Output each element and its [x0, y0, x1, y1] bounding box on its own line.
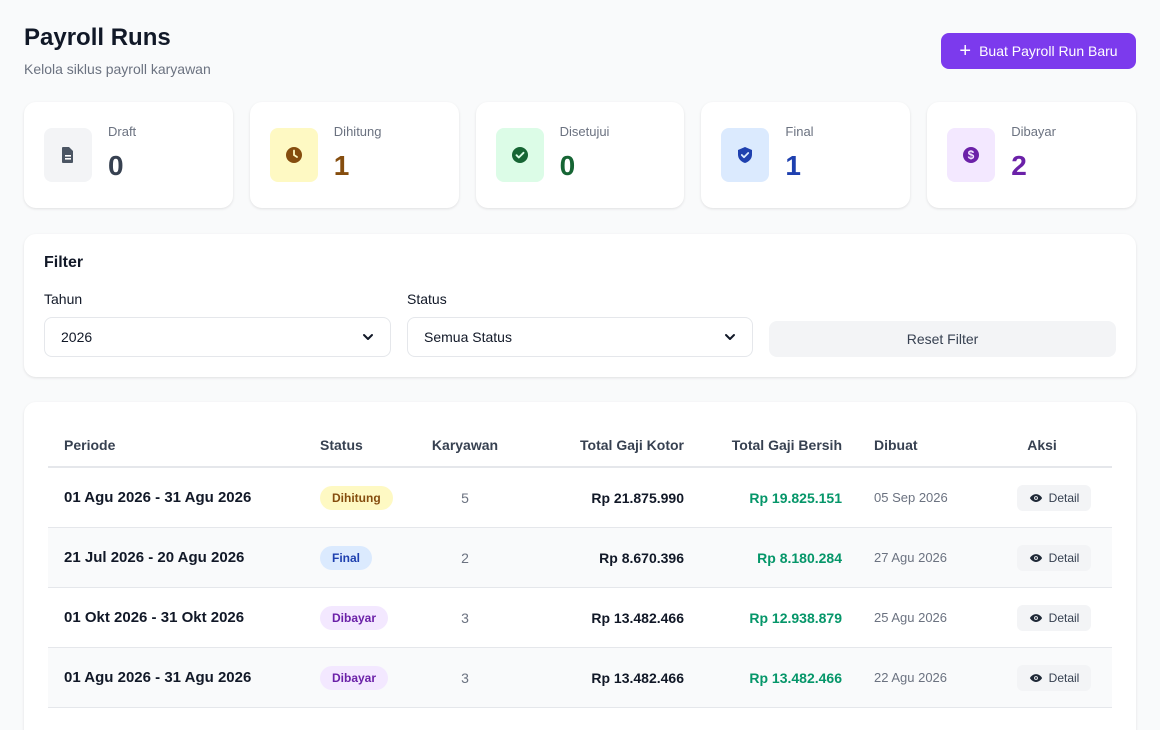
cell-periode: 01 Okt 2026 - 31 Okt 2026	[64, 609, 245, 626]
stat-label: Final	[785, 124, 814, 139]
filter-card: Filter Tahun 2026 Status Semua Status Re…	[24, 234, 1136, 377]
eye-icon	[1029, 493, 1042, 502]
stat-card-final: Final 1	[701, 102, 911, 208]
shield-icon	[721, 128, 770, 182]
status-badge: Final	[320, 545, 373, 570]
cell-total-gaji-kotor: Rp 8.670.396	[599, 549, 684, 566]
cell-karyawan: 2	[461, 549, 469, 566]
cell-total-gaji-bersih: Rp 8.180.284	[757, 549, 842, 566]
create-payroll-run-label: Buat Payroll Run Baru	[979, 43, 1118, 59]
year-select[interactable]: 2026	[44, 317, 391, 357]
detail-button[interactable]: Detail	[1016, 484, 1092, 511]
cell-karyawan: 3	[461, 669, 469, 686]
stat-card-dibayar: $ Dibayar 2	[927, 102, 1136, 208]
header-total-gaji-bersih[interactable]: Total Gaji Bersih	[684, 437, 842, 453]
cell-aksi: Detail	[972, 484, 1112, 511]
payroll-runs-table: Periode Status Karyawan Total Gaji Kotor…	[48, 424, 1112, 708]
year-select-value: 2026	[61, 329, 93, 345]
cell-aksi: Detail	[972, 664, 1112, 691]
detail-button-label: Detail	[1048, 550, 1080, 565]
cell-total-gaji-kotor: Rp 13.482.466	[591, 609, 684, 626]
header-aksi-label: Aksi	[1027, 437, 1057, 453]
status-select[interactable]: Semua Status	[407, 317, 753, 357]
cell-aksi: Detail	[972, 544, 1112, 571]
cell-dibuat: 22 Agu 2026	[874, 670, 948, 685]
stat-label: Dihitung	[333, 124, 382, 139]
header-dibuat[interactable]: Dibuat	[842, 437, 972, 453]
cell-dibuat: 25 Agu 2026	[874, 610, 948, 625]
reset-filter-button[interactable]: Reset Filter	[769, 321, 1116, 357]
table-row: 21 Jul 2026 - 20 Agu 2026 Final 2 Rp 8.670.…	[48, 528, 1112, 588]
stat-value: 0	[108, 150, 124, 181]
stat-value: 1	[785, 150, 801, 181]
dollar-circle-icon: $	[947, 128, 996, 182]
payroll-runs-page: Payroll Runs Kelola siklus payroll karya…	[0, 0, 1160, 730]
document-icon	[44, 128, 92, 182]
cell-status: Final	[304, 545, 410, 570]
stat-value: 1	[333, 150, 350, 181]
cell-dibuat: 27 Agu 2026	[874, 550, 948, 565]
check-circle-icon	[495, 128, 544, 182]
table-row: 01 Agu 2026 - 31 Agu 2026 Dihitung 5 Rp 21.…	[48, 468, 1112, 528]
cell-status: Dibayar	[304, 605, 410, 630]
detail-button[interactable]: Detail	[1016, 604, 1092, 631]
cell-status: Dihitung	[304, 485, 410, 510]
chevron-down-icon	[725, 334, 735, 340]
detail-button[interactable]: Detail	[1016, 544, 1092, 571]
eye-icon	[1029, 553, 1042, 562]
chevron-down-icon	[363, 334, 373, 340]
detail-button[interactable]: Detail	[1016, 664, 1092, 691]
stat-label: Dibayar	[1011, 124, 1056, 139]
cell-periode: 01 Agu 2026 - 31 Agu 2026	[64, 489, 252, 506]
cell-karyawan: 5	[461, 489, 469, 506]
cell-karyawan: 3	[461, 609, 469, 626]
table-header: Periode Status Karyawan Total Gaji Kotor…	[48, 424, 1112, 468]
cell-total-gaji-bersih: Rp 19.825.151	[749, 489, 842, 506]
cell-total-gaji-kotor: Rp 13.482.466	[591, 669, 684, 686]
cell-total-gaji-kotor: Rp 21.875.990	[591, 489, 684, 506]
stat-card-draft: Draft 0	[24, 102, 233, 208]
header-aksi: Aksi	[972, 437, 1112, 453]
status-badge: Dibayar	[320, 665, 389, 690]
table-row: 01 Okt 2026 - 31 Okt 2026 Dibayar 3 Rp 13.4…	[48, 588, 1112, 648]
status-badge: Dihitung	[320, 485, 393, 510]
cell-periode: 01 Agu 2026 - 31 Agu 2026	[64, 669, 252, 686]
cell-total-gaji-bersih: Rp 13.482.466	[749, 669, 842, 686]
stat-label: Draft	[108, 124, 137, 139]
stats-row: Draft 0 Dihitung 1 Disetujui 0 Final 1 $ Dibayar 2	[24, 102, 1136, 208]
header-karyawan[interactable]: Karyawan	[410, 437, 520, 453]
year-label: Tahun	[44, 291, 83, 307]
header-total-gaji-kotor[interactable]: Total Gaji Kotor	[520, 437, 684, 453]
eye-icon	[1029, 673, 1042, 682]
cell-status: Dibayar	[304, 665, 410, 690]
cell-aksi: Detail	[972, 604, 1112, 631]
detail-button-label: Detail	[1048, 670, 1080, 685]
stat-card-disetujui: Disetujui 0	[475, 102, 685, 208]
page-header: Payroll Runs Kelola siklus payroll karya…	[24, 24, 1136, 77]
cell-dibuat: 05 Sep 2026	[874, 490, 948, 505]
clock-icon	[269, 128, 318, 182]
svg-text:$: $	[968, 148, 975, 162]
plus-icon: +	[959, 40, 972, 62]
table-row: 01 Agu 2026 - 31 Agu 2026 Dibayar 3 Rp 13.4…	[48, 648, 1112, 708]
stat-value: 0	[559, 150, 576, 181]
payroll-runs-table-card: Periode Status Karyawan Total Gaji Kotor…	[24, 402, 1136, 730]
status-select-value: Semua Status	[424, 329, 512, 345]
cell-periode: 21 Jul 2026 - 20 Agu 2026	[64, 549, 245, 566]
status-label: Status	[407, 291, 447, 307]
header-status[interactable]: Status	[304, 437, 410, 453]
eye-icon	[1029, 613, 1042, 622]
create-payroll-run-button[interactable]: + Buat Payroll Run Baru	[941, 33, 1136, 69]
detail-button-label: Detail	[1048, 610, 1080, 625]
filter-title: Filter	[44, 254, 84, 271]
cell-total-gaji-bersih: Rp 12.938.879	[749, 609, 842, 626]
detail-button-label: Detail	[1048, 490, 1080, 505]
status-badge: Dibayar	[320, 605, 389, 630]
stat-label: Disetujui	[559, 124, 610, 139]
stat-card-dihitung: Dihitung 1	[249, 102, 459, 208]
header-periode[interactable]: Periode	[48, 437, 304, 453]
stat-value: 2	[1011, 150, 1027, 181]
